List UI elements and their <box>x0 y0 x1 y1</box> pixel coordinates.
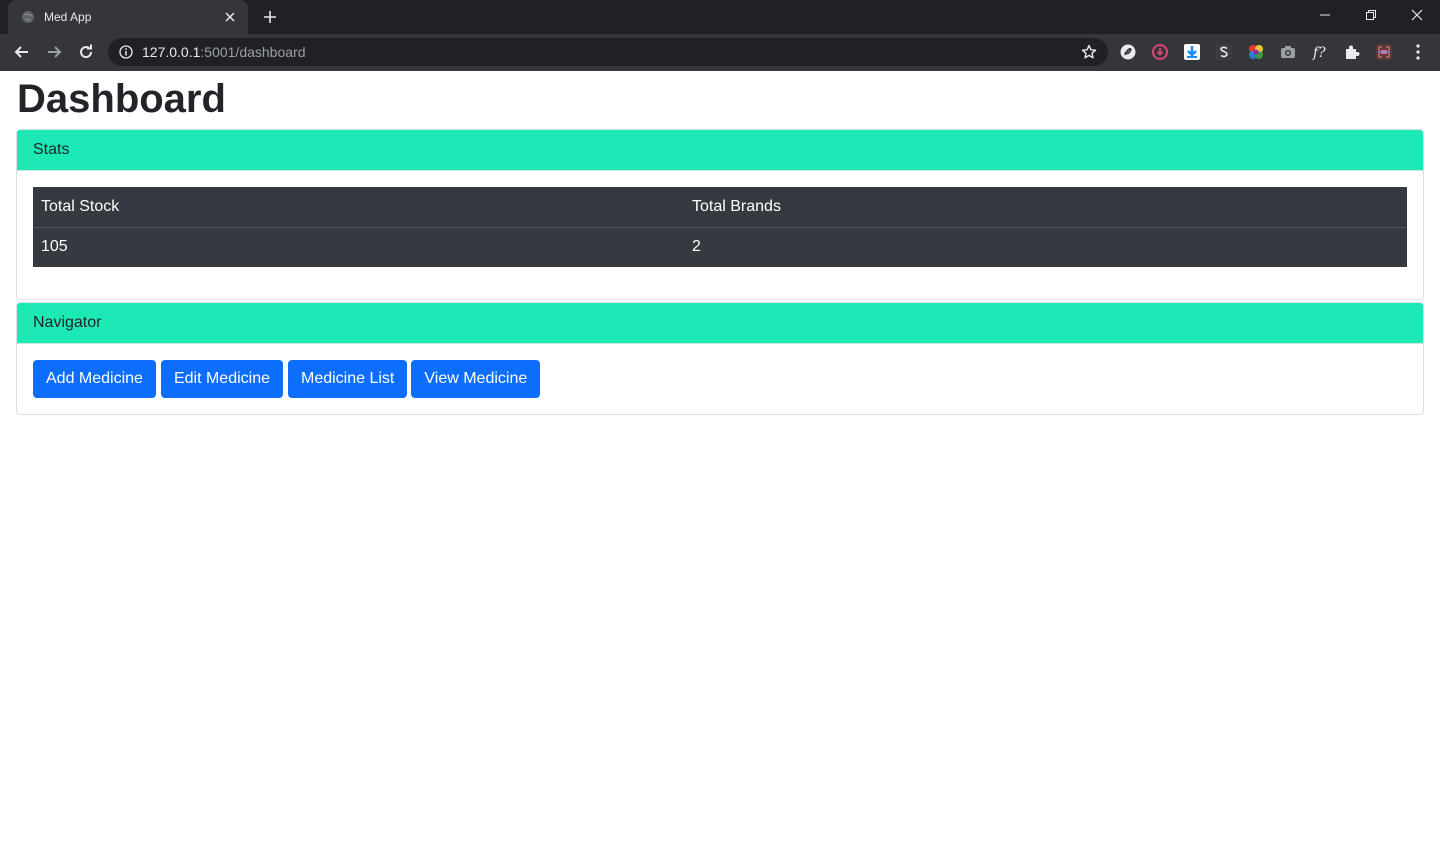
star-icon[interactable] <box>1080 43 1098 61</box>
arrow-left-icon <box>14 46 28 58</box>
minimize-button[interactable] <box>1302 0 1348 30</box>
address-bar[interactable]: 127.0.0.1:5001/dashboard <box>108 38 1108 66</box>
extensions-bar: f? <box>1118 42 1406 62</box>
view-medicine-button[interactable]: View Medicine <box>411 360 541 398</box>
back-button[interactable] <box>8 38 36 66</box>
browser-tabstrip: Med App <box>0 0 1440 34</box>
info-icon[interactable] <box>118 44 134 60</box>
total-brands-value: 2 <box>692 238 701 256</box>
column-header-total-stock: Total Stock <box>33 187 684 228</box>
vertical-dots-icon <box>1416 44 1420 60</box>
profile-ext-icon[interactable] <box>1374 42 1394 62</box>
function-ext-icon[interactable]: f? <box>1310 42 1330 62</box>
navigator-card: Navigator Add Medicine Edit Medicine Med… <box>16 302 1424 415</box>
column-header-total-brands: Total Brands <box>684 187 1407 228</box>
restore-button[interactable] <box>1348 0 1394 30</box>
svg-text:f?: f? <box>1312 45 1326 61</box>
plus-icon <box>264 11 276 23</box>
stats-card-body: Total Stock Total Brands 105 2 <box>17 171 1423 299</box>
total-stock-value: 105 <box>41 238 68 256</box>
stats-card: Stats Total Stock Total Brands 105 2 <box>16 129 1424 300</box>
download-blue-ext-icon[interactable] <box>1182 42 1202 62</box>
close-window-button[interactable] <box>1394 0 1440 30</box>
download-red-ext-icon[interactable] <box>1150 42 1170 62</box>
edit-medicine-button[interactable]: Edit Medicine <box>160 360 283 398</box>
s-circle-ext-icon[interactable] <box>1118 42 1138 62</box>
medicine-list-button[interactable]: Medicine List <box>288 360 408 398</box>
close-icon[interactable] <box>222 9 238 25</box>
reload-icon <box>80 44 93 59</box>
restore-icon <box>1366 10 1376 20</box>
add-medicine-button[interactable]: Add Medicine <box>33 360 156 398</box>
browser-menu-button[interactable] <box>1408 42 1428 62</box>
url-text[interactable]: 127.0.0.1:5001/dashboard <box>142 44 1080 60</box>
window-controls <box>1302 0 1440 30</box>
minimize-icon <box>1320 14 1330 16</box>
navigator-card-body: Add Medicine Edit Medicine Medicine List… <box>17 344 1423 414</box>
color-wheel-ext-icon[interactable] <box>1246 42 1266 62</box>
new-tab-button[interactable] <box>258 5 282 29</box>
s-letter-ext-icon[interactable] <box>1214 42 1234 62</box>
camera-ext-icon[interactable] <box>1278 42 1298 62</box>
navigator-card-header: Navigator <box>17 303 1423 344</box>
forward-button[interactable] <box>40 38 68 66</box>
page-title: Dashboard <box>17 77 226 121</box>
stats-table: Total Stock Total Brands 105 2 <box>33 187 1407 267</box>
tab-title: Med App <box>44 10 92 24</box>
stats-card-header: Stats <box>17 130 1423 171</box>
puzzle-icon[interactable] <box>1342 42 1362 62</box>
table-header-row: Total Stock Total Brands <box>33 187 1407 228</box>
browser-tab[interactable]: Med App <box>8 0 248 34</box>
globe-icon <box>20 9 36 25</box>
close-window-icon <box>1411 9 1423 21</box>
reload-button[interactable] <box>72 38 100 66</box>
navigator-buttons: Add Medicine Edit Medicine Medicine List… <box>33 360 1407 398</box>
arrow-right-icon <box>48 46 62 58</box>
table-row: 105 2 <box>33 227 1407 267</box>
page-content: Dashboard Stats Total Stock Total Brands… <box>0 71 1440 860</box>
browser-toolbar: 127.0.0.1:5001/dashboard f? <box>0 34 1440 71</box>
